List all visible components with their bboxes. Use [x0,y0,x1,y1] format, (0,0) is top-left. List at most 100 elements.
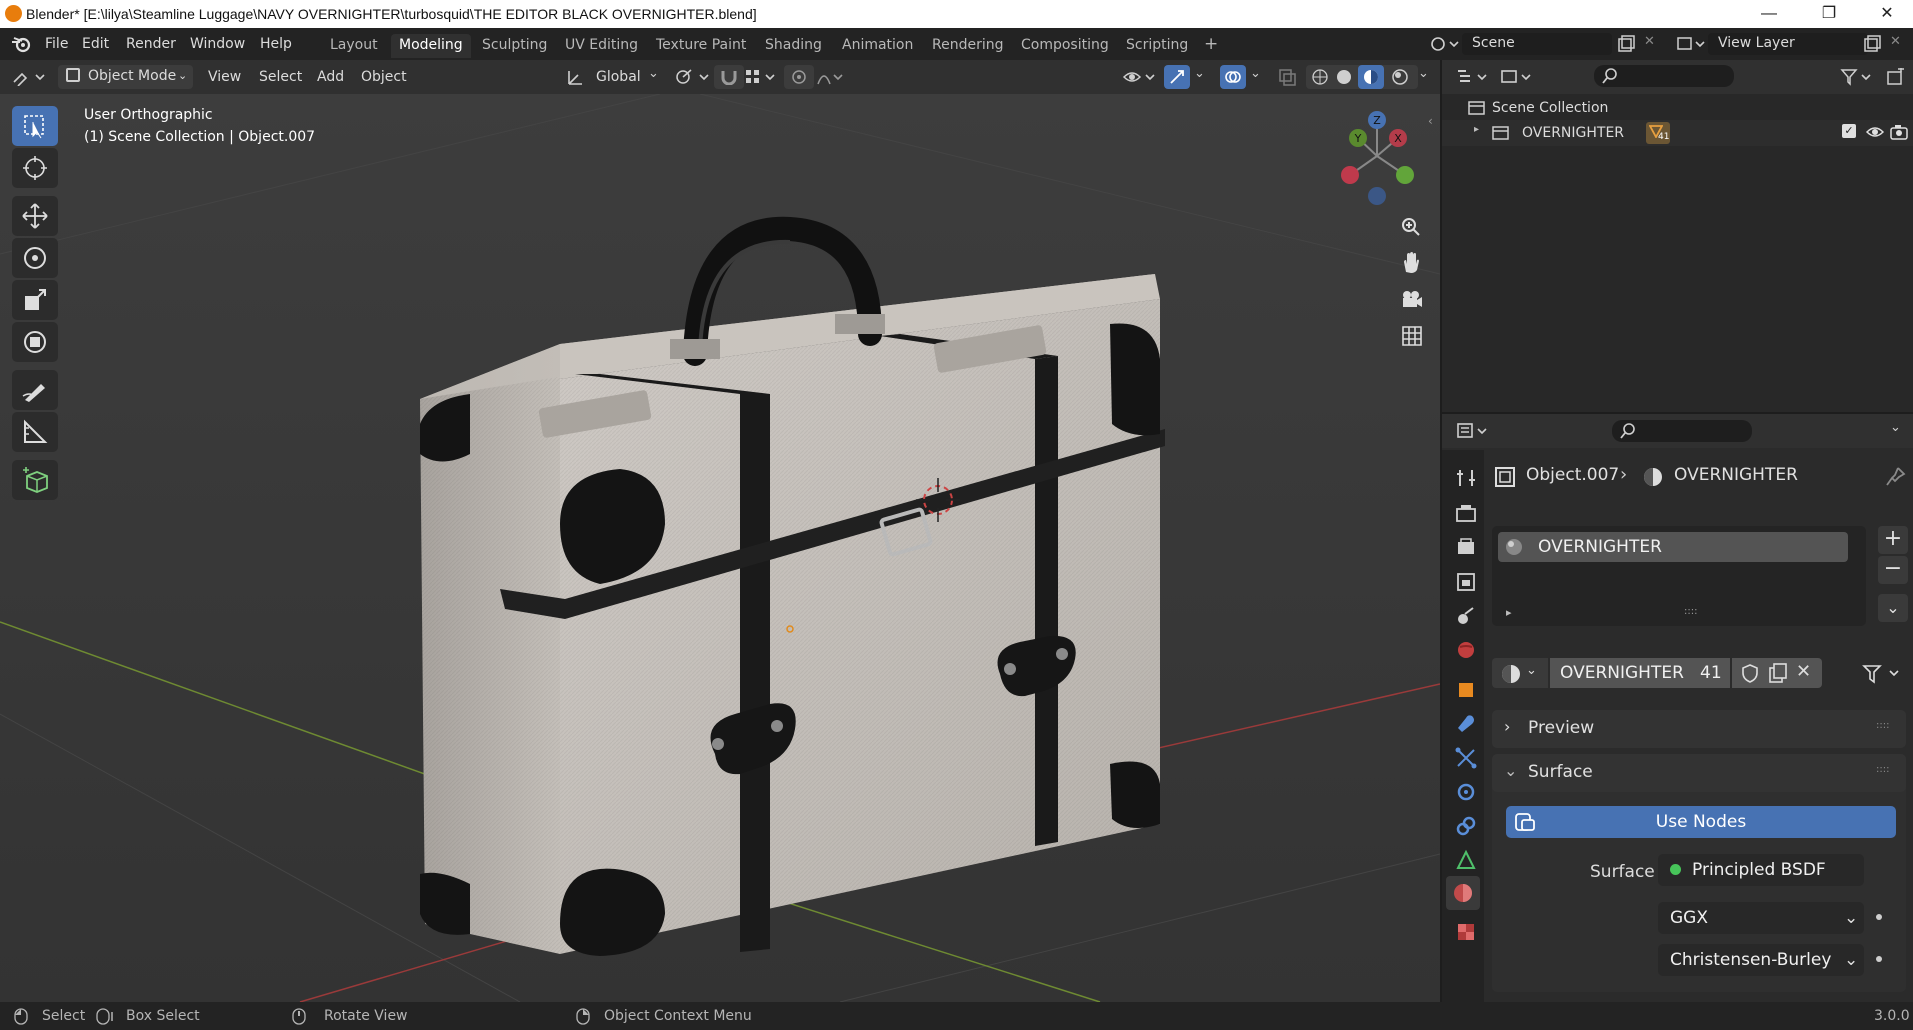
fake-user-shield-icon[interactable] [1740,663,1760,683]
properties-search-input[interactable] [1612,420,1752,442]
unlink-material-icon[interactable]: ✕ [1796,661,1811,682]
user-count-button[interactable]: 41 [1690,658,1730,688]
chevron-down-icon[interactable]: ⌄ [1194,66,1205,81]
maximize-button[interactable]: ❐ [1806,3,1852,25]
new-collection-icon[interactable] [1886,68,1906,86]
list-resize-handle-icon[interactable]: :::: [1684,606,1697,617]
view-layer-field[interactable]: View Layer [1708,33,1868,55]
constraints-tab-icon[interactable] [1454,814,1478,838]
particles-tab-icon[interactable] [1454,746,1478,770]
object-tab-icon[interactable] [1454,678,1478,702]
modifiers-tab-icon[interactable] [1454,712,1478,736]
camera-view-button[interactable] [1396,284,1426,314]
editor-type-icon[interactable] [12,68,48,86]
zoom-view-button[interactable] [1396,212,1426,242]
rendered-shading-icon[interactable] [1392,69,1408,85]
output-tab-icon[interactable] [1454,536,1478,560]
exclude-checkbox[interactable]: ✓ [1842,124,1856,138]
material-tab[interactable] [1446,876,1480,910]
tab-animation[interactable]: Animation [834,34,921,58]
outliner-row-scene-collection[interactable]: Scene Collection [1442,96,1913,120]
close-window-button[interactable]: ✕ [1864,3,1910,25]
material-preview-shading-button[interactable] [1358,65,1384,89]
tab-modeling[interactable]: Modeling [391,34,471,58]
drag-handle-icon[interactable]: :::: [1876,720,1889,731]
distribution-dropdown[interactable]: GGX ⌄ [1658,902,1864,934]
minimize-button[interactable]: — [1746,3,1792,25]
display-mode-icon[interactable] [1500,68,1536,86]
chevron-down-icon[interactable]: ⌄ [1418,66,1429,81]
annotate-tool[interactable] [12,370,58,410]
wireframe-shading-icon[interactable] [1312,69,1328,85]
scene-name-field[interactable]: Scene [1462,33,1612,55]
show-gizmo-toggle[interactable] [1164,65,1190,89]
scene-selector-icon[interactable] [1430,35,1460,53]
cursor-tool[interactable] [12,148,58,188]
falloff-icon[interactable] [816,68,846,86]
blender-menu-icon[interactable] [10,34,32,54]
viewport-menu-view[interactable]: View [208,69,241,85]
material-name-field[interactable]: OVERNIGHTER [1550,658,1690,688]
new-view-layer-icon[interactable] [1862,35,1882,53]
menu-window[interactable]: Window [190,36,245,52]
pan-view-button[interactable] [1396,248,1426,278]
scale-tool[interactable] [12,280,58,320]
filter-icon[interactable] [1840,68,1876,86]
viewport-menu-select[interactable]: Select [259,69,302,85]
tab-compositing[interactable]: Compositing [1013,34,1117,58]
use-nodes-button[interactable]: Use Nodes [1506,806,1896,838]
chevron-down-icon[interactable]: ⌄ [1250,66,1261,81]
pivot-point-icon[interactable] [674,68,714,86]
add-cube-tool[interactable] [12,460,58,500]
properties-editor-type-icon[interactable] [1456,422,1492,440]
browse-material-button[interactable]: ⌄ [1492,658,1548,688]
scene-tab-icon[interactable] [1454,604,1478,628]
xray-icon[interactable] [1278,68,1298,86]
menu-help[interactable]: Help [260,36,292,52]
expand-triangle-icon[interactable]: ▸ [1506,606,1512,619]
tab-rendering[interactable]: Rendering [924,34,1012,58]
material-slot-row[interactable]: OVERNIGHTER [1498,532,1848,562]
rotate-tool[interactable] [12,238,58,278]
add-workspace-button[interactable]: + [1196,31,1226,55]
outliner-editor-type-icon[interactable] [1456,68,1492,86]
tab-shading[interactable]: Shading [757,34,830,58]
preview-panel-header[interactable]: › Preview :::: [1492,710,1906,748]
tab-layout[interactable]: Layout [322,34,386,58]
input-socket-icon[interactable] [1876,914,1882,920]
subsurface-method-dropdown[interactable]: Christensen-Burley ⌄ [1658,944,1864,976]
object-mode-dropdown[interactable]: Object Mode ⌄ [58,65,193,89]
outliner-search-input[interactable] [1594,65,1734,87]
solid-shading-icon[interactable] [1336,69,1352,85]
duplicate-material-icon[interactable] [1768,662,1788,684]
orientation-dropdown[interactable]: Global [596,69,641,85]
snap-target-icon[interactable] [744,68,778,86]
measure-tool[interactable] [12,412,58,452]
tab-texture-paint[interactable]: Texture Paint [648,34,754,58]
3d-viewport[interactable]: User Orthographic (1) Scene Collection |… [0,94,1440,1002]
visibility-selectability-icon[interactable] [1122,68,1158,86]
view-layer-selector-icon[interactable] [1676,35,1706,53]
remove-view-layer-icon[interactable]: ✕ [1890,34,1901,49]
expand-arrow-icon[interactable]: ▸ [1474,124,1479,135]
link-type-icon[interactable] [1860,662,1906,686]
select-box-tool[interactable] [12,106,58,146]
surface-shader-field[interactable]: Principled BSDF [1658,854,1864,886]
drag-handle-icon[interactable]: :::: [1876,764,1889,775]
proportional-editing-toggle[interactable] [784,65,814,89]
transform-tool[interactable] [12,322,58,362]
add-material-slot-button[interactable]: + [1878,526,1908,554]
menu-file[interactable]: File [45,36,68,52]
remove-scene-icon[interactable]: ✕ [1644,34,1655,49]
navigation-gizmo[interactable]: Z Y X [1328,106,1418,206]
tool-tab-icon[interactable] [1454,466,1478,490]
new-scene-icon[interactable] [1616,35,1636,53]
material-specials-button[interactable]: ⌄ [1878,594,1908,622]
surface-panel-header[interactable]: ⌄ Surface :::: [1492,754,1906,792]
chevron-down-icon[interactable]: ⌄ [1890,420,1901,435]
outliner-row-overnighter[interactable]: ▸ OVERNIGHTER 41 ✓ [1442,120,1913,146]
remove-material-slot-button[interactable]: − [1878,556,1908,584]
toggle-perspective-button[interactable] [1396,320,1426,350]
object-data-tab-icon[interactable] [1454,848,1478,872]
viewport-menu-object[interactable]: Object [361,69,407,85]
